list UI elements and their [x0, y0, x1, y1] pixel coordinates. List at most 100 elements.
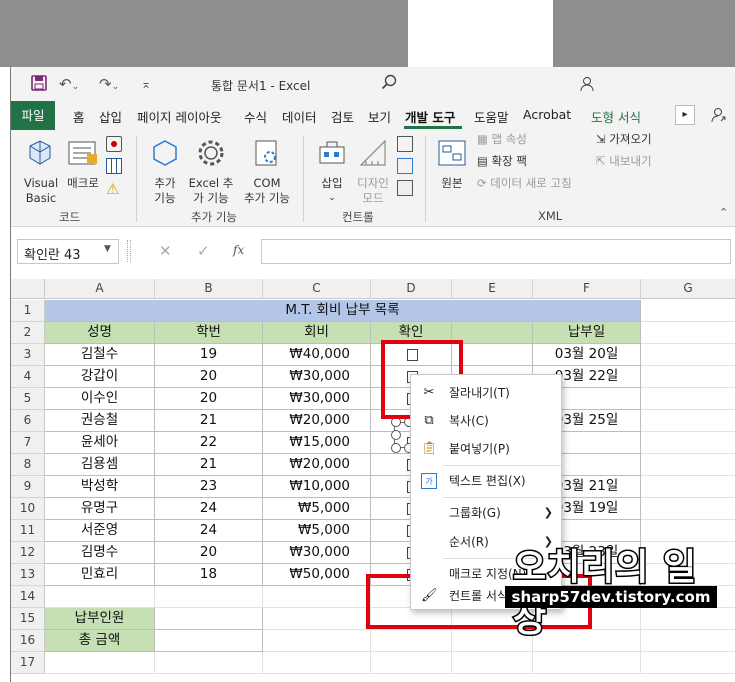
row-header-10[interactable]: 10 [11, 498, 45, 520]
selection-handle[interactable] [391, 430, 401, 440]
paid-count-label[interactable]: 납부인원 [45, 608, 155, 630]
sheet-title-cell[interactable]: M.T. 회비 납부 목록 [45, 300, 641, 322]
row-header-17[interactable]: 17 [11, 652, 45, 674]
menu-item-copy[interactable]: ⧉ 복사(C) [411, 407, 561, 435]
table-row-id[interactable]: 20 [155, 366, 263, 388]
splitter-handle[interactable] [127, 240, 131, 262]
run-dialog-icon[interactable] [397, 180, 413, 196]
column-header-b[interactable]: B [155, 279, 263, 299]
table-row-name[interactable]: 민효리 [45, 564, 155, 586]
selection-handle[interactable] [391, 443, 401, 453]
design-mode-button[interactable]: 디자인 모드 [353, 138, 393, 205]
tab-file[interactable]: 파일 [11, 101, 55, 130]
row-header-7[interactable]: 7 [11, 432, 45, 454]
table-row-id[interactable]: 21 [155, 454, 263, 476]
row-header-16[interactable]: 16 [11, 630, 45, 652]
row-header-12[interactable]: 12 [11, 542, 45, 564]
column-header-d[interactable]: D [371, 279, 452, 299]
insert-control-button[interactable]: 삽입 ⌄ [313, 138, 351, 203]
row-header-2[interactable]: 2 [11, 322, 45, 344]
row-header-4[interactable]: 4 [11, 366, 45, 388]
macros-button[interactable]: 매크로 [67, 138, 99, 190]
xml-source-button[interactable]: 원본 [435, 138, 469, 190]
row-header-11[interactable]: 11 [11, 520, 45, 542]
header-name[interactable]: 성명 [45, 322, 155, 344]
formula-input[interactable] [261, 239, 731, 264]
relative-reference-icon[interactable] [106, 158, 122, 174]
column-header-f[interactable]: F [533, 279, 641, 299]
row-header-15[interactable]: 15 [11, 608, 45, 630]
table-row-fee[interactable]: ₩15,000 [263, 432, 371, 454]
column-header-a[interactable]: A [45, 279, 155, 299]
tab-review[interactable]: 검토 [331, 107, 354, 126]
collapse-ribbon-icon[interactable]: ⌃ [719, 206, 728, 219]
header-empty[interactable] [452, 322, 533, 344]
table-row-name[interactable]: 서준영 [45, 520, 155, 542]
table-row-name[interactable]: 윤세아 [45, 432, 155, 454]
row-header-13[interactable]: 13 [11, 564, 45, 586]
redo-icon[interactable]: ↷⌄ [99, 75, 119, 93]
column-header-g[interactable]: G [641, 279, 735, 299]
tab-acrobat[interactable]: Acrobat [523, 107, 571, 122]
enter-icon[interactable]: ✓ [197, 242, 210, 260]
table-row-name[interactable]: 김철수 [45, 344, 155, 366]
tab-shape-format[interactable]: 도형 서식 [591, 107, 641, 126]
coauthor-icon[interactable] [579, 76, 595, 95]
com-addins-button[interactable]: COM 추가 기능 [239, 138, 295, 205]
undo-icon[interactable]: ↶⌄ [59, 75, 79, 93]
map-properties-button[interactable]: ▦ 맵 속성 [477, 132, 527, 147]
table-row-name[interactable]: 권승철 [45, 410, 155, 432]
search-icon[interactable] [381, 74, 397, 94]
table-row-id[interactable]: 21 [155, 410, 263, 432]
visual-basic-button[interactable]: Visual Basic [24, 138, 58, 205]
table-row-fee[interactable]: ₩20,000 [263, 454, 371, 476]
row-header-9[interactable]: 9 [11, 476, 45, 498]
export-button[interactable]: ⇱ 내보내기 [596, 154, 652, 169]
header-fee[interactable]: 회비 [263, 322, 371, 344]
table-row-fee[interactable]: ₩30,000 [263, 366, 371, 388]
name-box-dropdown-icon[interactable]: ▼ [104, 244, 111, 254]
table-row-id[interactable]: 22 [155, 432, 263, 454]
menu-item-cut[interactable]: ✂ 잘라내기(T) [411, 379, 561, 407]
table-row-fee[interactable]: ₩5,000 [263, 498, 371, 520]
row-header-3[interactable]: 3 [11, 344, 45, 366]
menu-item-group[interactable]: 그룹화(G) ❯ [411, 499, 561, 527]
import-button[interactable]: ⇲ 가져오기 [596, 132, 652, 147]
expansion-packs-button[interactable]: ▤ 확장 팩 [477, 154, 527, 169]
table-row-fee[interactable]: ₩30,000 [263, 542, 371, 564]
total-label[interactable]: 총 금액 [45, 630, 155, 652]
total-value[interactable] [155, 630, 263, 652]
header-id[interactable]: 학번 [155, 322, 263, 344]
table-row-fee[interactable]: ₩5,000 [263, 520, 371, 542]
customize-qat-icon[interactable]: ⌅ [141, 77, 151, 91]
table-row-name[interactable]: 박성학 [45, 476, 155, 498]
table-row-name[interactable]: 유명구 [45, 498, 155, 520]
addins-button[interactable]: 추가 기능 [148, 138, 182, 205]
table-row-id[interactable]: 23 [155, 476, 263, 498]
table-row-name[interactable]: 강갑이 [45, 366, 155, 388]
column-header-e[interactable]: E [452, 279, 533, 299]
table-row-id[interactable]: 19 [155, 344, 263, 366]
table-row-id[interactable]: 24 [155, 520, 263, 542]
macro-security-icon[interactable]: ⚠ [106, 180, 119, 198]
tab-help[interactable]: 도움말 [474, 107, 509, 126]
table-row-empty[interactable] [452, 344, 533, 366]
table-row-id[interactable]: 20 [155, 542, 263, 564]
excel-addins-button[interactable]: Excel 추 가 기능 [187, 138, 235, 205]
row-header-1[interactable]: 1 [11, 300, 45, 322]
column-header-c[interactable]: C [263, 279, 371, 299]
header-date[interactable]: 납부일 [533, 322, 641, 344]
menu-item-paste[interactable]: 📋︎ 붙여넣기(P) [411, 435, 561, 463]
menu-item-edit-text[interactable]: 가 텍스트 편집(X) [411, 467, 561, 495]
table-row-name[interactable]: 김명수 [45, 542, 155, 564]
tab-data[interactable]: 데이터 [282, 107, 317, 126]
tab-insert[interactable]: 삽입 [99, 107, 122, 126]
table-row-fee[interactable]: ₩30,000 [263, 388, 371, 410]
table-row-id[interactable]: 24 [155, 498, 263, 520]
record-macro-icon[interactable] [106, 136, 122, 152]
tab-home[interactable]: 홈 [73, 107, 85, 126]
row-header-14[interactable]: 14 [11, 586, 45, 608]
row-header-8[interactable]: 8 [11, 454, 45, 476]
table-row-name[interactable]: 이수인 [45, 388, 155, 410]
save-icon[interactable] [31, 75, 47, 95]
